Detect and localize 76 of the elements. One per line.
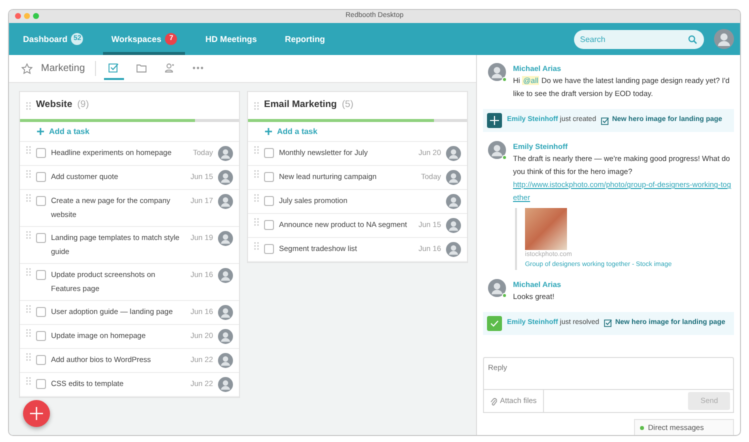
task-checkbox[interactable] [36,196,46,206]
drag-handle-icon[interactable] [254,146,259,154]
paperclip-icon [490,396,497,406]
plus-icon [265,128,272,135]
assignee-avatar-icon[interactable] [446,242,461,257]
user-avatar-icon[interactable] [488,278,506,296]
plus-icon [30,407,43,420]
add-button[interactable] [23,400,50,427]
drag-handle-icon[interactable] [26,268,31,276]
assignee-avatar-icon[interactable] [446,218,461,233]
drag-handle-icon[interactable] [254,194,259,202]
task-checkbox[interactable] [36,172,46,182]
task-checkbox[interactable] [264,196,274,206]
task-checkbox[interactable] [36,148,46,158]
list-title: Website [36,98,72,112]
drag-handle-icon[interactable] [26,353,31,361]
assignee-avatar-icon[interactable] [218,194,233,209]
assignee-avatar-icon[interactable] [446,170,461,185]
drag-handle-icon[interactable] [26,194,31,202]
task-checkbox[interactable] [36,331,46,341]
task-checkbox[interactable] [264,220,274,230]
drag-handle-icon[interactable] [26,377,31,385]
task-count: (9) [77,98,89,112]
check-badge-icon [487,316,502,330]
task-checkbox[interactable] [36,307,46,317]
task-checkbox[interactable] [264,172,274,182]
assignee-avatar-icon[interactable] [218,231,233,246]
task-checkbox[interactable] [264,244,274,254]
checkbox-icon [601,116,610,124]
task-checkbox[interactable] [36,270,46,280]
plus-icon [37,128,44,135]
drag-handle-icon[interactable] [26,305,31,313]
assignee-avatar-icon[interactable] [218,329,233,344]
assignee-avatar-icon[interactable] [218,170,233,185]
task-count: (5) [342,98,354,112]
add-task-button[interactable]: Add a task [20,122,239,142]
minimize-dot[interactable] [24,13,30,19]
assignee-avatar-icon[interactable] [218,377,233,392]
drag-handle-icon[interactable] [26,231,31,239]
star-icon[interactable] [21,62,33,74]
assignee-avatar-icon[interactable] [446,146,461,161]
assignee-avatar-icon[interactable] [218,305,233,320]
plus-badge-icon [487,113,502,128]
assignee-avatar-icon[interactable] [218,268,233,283]
add-task-button[interactable]: Add a task [248,122,467,142]
nav-tab[interactable]: Reporting [276,23,333,55]
user-avatar-icon[interactable] [488,141,506,159]
drag-handle-icon[interactable] [26,146,31,154]
workspace-title: Marketing [41,61,96,76]
drag-handle-icon[interactable] [254,170,259,178]
photo-placeholder[interactable] [525,208,567,250]
list-title: Email Marketing [264,98,337,112]
drag-handle-icon[interactable] [254,242,259,250]
search-field[interactable]: Search [574,30,704,48]
folder-icon [136,62,148,74]
assignee-avatar-icon[interactable] [218,353,233,368]
assignee-avatar-icon[interactable] [446,194,461,209]
checkbox-icon [108,62,120,74]
drag-handle-icon[interactable] [254,102,259,110]
people-icon [164,62,176,74]
task-checkbox[interactable] [36,379,46,389]
checkbox-icon [604,319,612,327]
task-checkbox[interactable] [264,148,274,158]
nav-tab[interactable]: HD Meetings [197,23,265,55]
close-dot[interactable] [15,13,21,19]
user-avatar-icon[interactable] [714,29,734,49]
search-icon[interactable] [688,34,697,44]
drag-handle-icon[interactable] [26,102,31,110]
task-checkbox[interactable] [36,355,46,365]
drag-handle-icon[interactable] [254,218,259,226]
task-checkbox[interactable] [36,233,46,243]
assignee-avatar-icon[interactable] [218,146,233,161]
drag-handle-icon[interactable] [26,170,31,178]
drag-handle-icon[interactable] [26,329,31,337]
zoom-dot[interactable] [33,13,39,19]
user-avatar-icon[interactable] [488,63,506,81]
